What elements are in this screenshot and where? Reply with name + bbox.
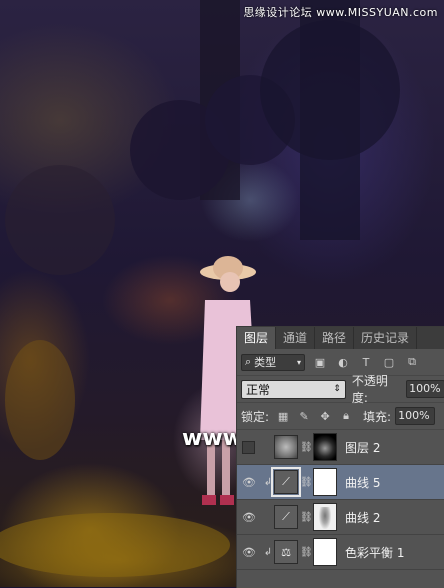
clipping-arrow-icon: ↲ bbox=[263, 476, 273, 488]
layer-mask-thumbnail[interactable] bbox=[313, 433, 337, 461]
chain-link-icon[interactable]: ⛓ bbox=[300, 512, 313, 523]
opacity-label: 不透明度: bbox=[351, 374, 388, 405]
opacity-input[interactable]: 100% bbox=[406, 380, 444, 398]
layer-name[interactable]: 色彩平衡 1 bbox=[345, 544, 404, 561]
image-filter-icon[interactable]: ▣ bbox=[312, 355, 328, 369]
chevron-updown-icon: ⇕ bbox=[333, 384, 341, 394]
chain-link-icon[interactable]: ⛓ bbox=[300, 547, 313, 558]
curves-adjustment-icon[interactable]: ⟋ bbox=[274, 505, 298, 529]
tab-layers[interactable]: 图层 bbox=[237, 327, 277, 349]
filter-kind-select[interactable]: ⌕ 类型 ▾ bbox=[241, 353, 305, 371]
lock-all-icon[interactable]: 🔒︎ bbox=[339, 409, 353, 423]
adjustment-filter-icon[interactable]: ◐ bbox=[335, 355, 351, 369]
watermark-top: 思缘设计论坛 www.MISSYUAN.com bbox=[243, 6, 438, 19]
search-icon: ⌕ bbox=[245, 355, 252, 368]
eye-icon[interactable]: 👁︎ bbox=[240, 546, 258, 559]
eye-icon[interactable]: 👁︎ bbox=[240, 476, 258, 489]
lock-label: 锁定: bbox=[241, 409, 270, 424]
blend-mode-value: 正常 bbox=[246, 382, 271, 397]
fill-input[interactable]: 100% bbox=[395, 407, 436, 425]
layer-row-selected[interactable]: 👁︎ ↲ ⟋ ⛓ 曲线 5 bbox=[237, 465, 444, 500]
lock-row: 锁定: ▦ ✎ ✥ 🔒︎ 填充: 100% bbox=[237, 403, 444, 430]
layer-name[interactable]: 曲线 2 bbox=[345, 509, 380, 526]
layer-name[interactable]: 图层 2 bbox=[345, 439, 380, 456]
layer-mask-thumbnail[interactable] bbox=[313, 503, 337, 531]
clipping-arrow-icon: ↲ bbox=[263, 546, 273, 558]
curves-adjustment-icon[interactable]: ⟋ bbox=[271, 467, 301, 497]
layer-thumbnail[interactable] bbox=[274, 435, 298, 459]
smartobject-filter-icon[interactable]: ⧉ bbox=[404, 355, 420, 369]
shape-filter-icon[interactable]: ▢ bbox=[381, 355, 397, 369]
layer-row[interactable]: ⛓ 图层 2 bbox=[237, 430, 444, 465]
chain-link-icon[interactable]: ⛓ bbox=[300, 442, 313, 453]
fill-label: 填充: bbox=[363, 409, 392, 424]
panel-tabs: 图层 通道 路径 历史记录 bbox=[237, 327, 444, 349]
tab-paths[interactable]: 路径 bbox=[315, 327, 355, 349]
chevron-down-icon: ▾ bbox=[296, 357, 301, 367]
layer-row[interactable]: 👁︎ ⟋ ⛓ 曲线 2 bbox=[237, 500, 444, 535]
layer-mask-thumbnail[interactable] bbox=[313, 468, 337, 496]
tab-channels[interactable]: 通道 bbox=[276, 327, 316, 349]
eye-icon[interactable]: 👁︎ bbox=[240, 511, 258, 524]
layers-panel: 图层 通道 路径 历史记录 ⌕ 类型 ▾ ▣ ◐ T ▢ ⧉ 正常 ⇕ 不透明度… bbox=[236, 326, 444, 588]
filter-row: ⌕ 类型 ▾ ▣ ◐ T ▢ ⧉ bbox=[237, 349, 444, 376]
lock-position-icon[interactable]: ✥ bbox=[318, 409, 332, 423]
blend-row: 正常 ⇕ 不透明度: 100% bbox=[237, 374, 444, 405]
lock-image-icon[interactable]: ✎ bbox=[297, 409, 311, 423]
tab-history[interactable]: 历史记录 bbox=[354, 327, 418, 349]
color-balance-adjustment-icon[interactable]: ⚖ bbox=[274, 540, 298, 564]
type-filter-icon[interactable]: T bbox=[358, 355, 374, 369]
visibility-toggle-off[interactable] bbox=[242, 440, 255, 454]
layer-mask-thumbnail[interactable] bbox=[313, 538, 337, 566]
lock-transparent-icon[interactable]: ▦ bbox=[276, 409, 290, 423]
layer-name[interactable]: 曲线 5 bbox=[345, 474, 380, 491]
chain-link-icon[interactable]: ⛓ bbox=[300, 477, 313, 488]
blend-mode-select[interactable]: 正常 ⇕ bbox=[241, 379, 346, 399]
filter-kind-label: 类型 bbox=[254, 356, 277, 369]
layer-row[interactable]: 👁︎ ↲ ⚖ ⛓ 色彩平衡 1 bbox=[237, 535, 444, 570]
